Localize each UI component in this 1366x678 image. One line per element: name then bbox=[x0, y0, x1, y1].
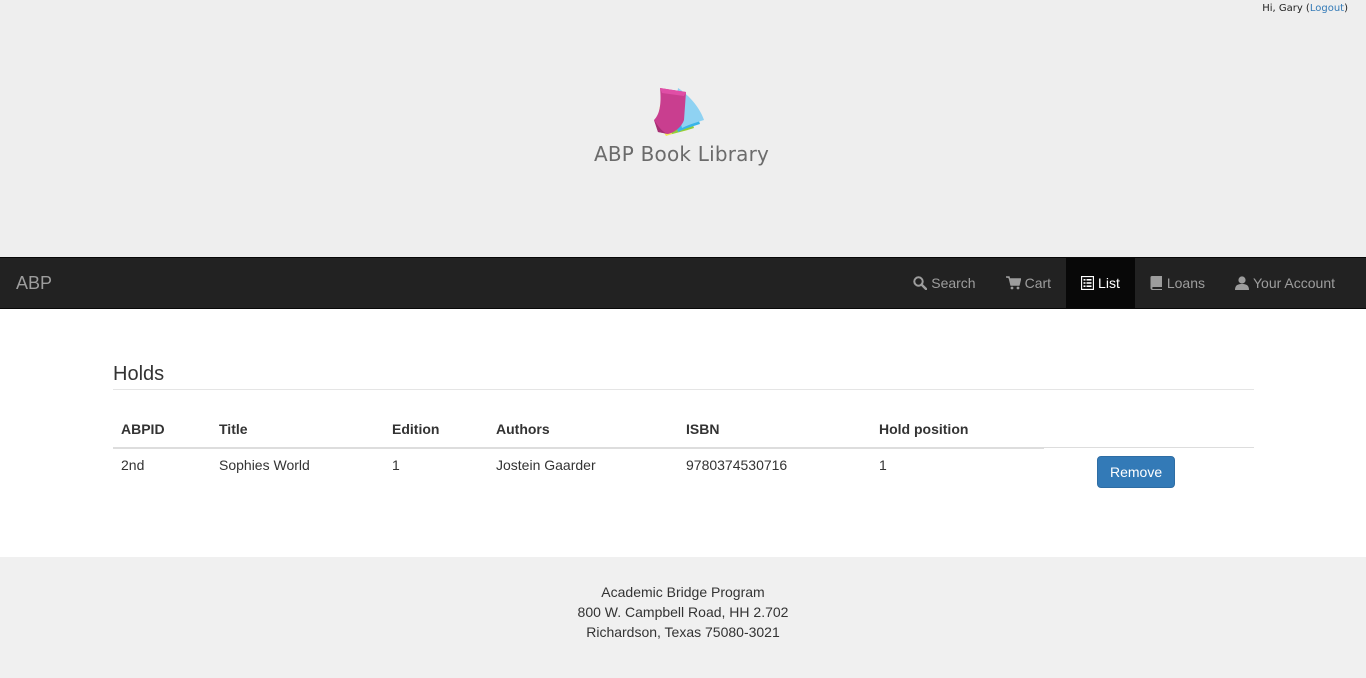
greeting-close: ) bbox=[1344, 3, 1348, 14]
cell-title: Sophies World bbox=[219, 457, 310, 473]
cart-icon bbox=[1005, 276, 1021, 290]
user-greeting: Hi, Gary (Logout) bbox=[1262, 3, 1348, 14]
nav-item-label: Search bbox=[931, 275, 976, 291]
page-footer: Academic Bridge Program 800 W. Campbell … bbox=[0, 557, 1366, 678]
header-band: Hi, Gary (Logout) ABP Book Library bbox=[0, 0, 1366, 257]
main-navbar: ABP Search Cart List Loans Your Account bbox=[0, 257, 1366, 309]
list-icon bbox=[1081, 276, 1095, 290]
nav-links: Search Cart List Loans Your Account bbox=[898, 258, 1350, 308]
footer-line-street: 800 W. Campbell Road, HH 2.702 bbox=[577, 604, 789, 620]
page-title: Holds bbox=[113, 363, 165, 385]
nav-item-label: Your Account bbox=[1253, 275, 1335, 291]
nav-item-cart[interactable]: Cart bbox=[991, 258, 1066, 308]
header-divider bbox=[113, 447, 1044, 449]
nav-item-loans[interactable]: Loans bbox=[1135, 258, 1220, 308]
cell-edition: 1 bbox=[392, 457, 400, 473]
logo-text: ABP Book Library bbox=[594, 142, 770, 166]
cell-abpid: 2nd bbox=[121, 457, 145, 473]
cell-authors: Jostein Gaarder bbox=[496, 457, 596, 473]
cell-hold-position: 1 bbox=[879, 457, 887, 473]
footer-line-organization: Academic Bridge Program bbox=[601, 584, 765, 600]
library-logo: ABP Book Library bbox=[592, 86, 776, 170]
remove-button[interactable]: Remove bbox=[1097, 456, 1176, 488]
column-header-abpid: ABPID bbox=[121, 421, 165, 437]
nav-item-label: Loans bbox=[1166, 275, 1205, 291]
cell-actions: Remove bbox=[1044, 447, 1254, 498]
logout-link[interactable]: Logout bbox=[1310, 3, 1344, 14]
nav-item-your-account[interactable]: Your Account bbox=[1220, 258, 1350, 308]
nav-item-list[interactable]: List bbox=[1066, 258, 1135, 308]
column-header-title: Title bbox=[219, 421, 248, 437]
column-header-authors: Authors bbox=[496, 421, 550, 437]
column-header-edition: Edition bbox=[392, 421, 440, 437]
column-header-actions bbox=[1044, 410, 1254, 447]
book-logo-icon bbox=[654, 88, 704, 136]
title-divider bbox=[113, 389, 1254, 390]
nav-item-search[interactable]: Search bbox=[898, 258, 990, 308]
user-icon bbox=[1235, 276, 1249, 290]
greeting-text: Hi, Gary ( bbox=[1262, 3, 1310, 14]
table-header-row: ABPID Title Edition Authors ISBN Hold po… bbox=[113, 410, 1254, 447]
navbar-brand[interactable]: ABP bbox=[16, 273, 52, 294]
nav-item-label: Cart bbox=[1024, 275, 1052, 291]
search-icon bbox=[913, 276, 928, 290]
main-content: Holds ABPID Title Edition Authors ISBN H… bbox=[0, 309, 1366, 557]
nav-item-label: List bbox=[1098, 275, 1120, 291]
column-header-isbn: ISBN bbox=[686, 421, 720, 437]
book-icon bbox=[1150, 276, 1163, 290]
table-row: 2nd Sophies World 1 Jostein Gaarder 9780… bbox=[113, 447, 1254, 498]
cell-isbn: 9780374530716 bbox=[686, 457, 788, 473]
column-header-hold-position: Hold position bbox=[879, 421, 969, 437]
holds-table: ABPID Title Edition Authors ISBN Hold po… bbox=[113, 410, 1254, 498]
footer-line-city: Richardson, Texas 75080-3021 bbox=[586, 624, 780, 640]
